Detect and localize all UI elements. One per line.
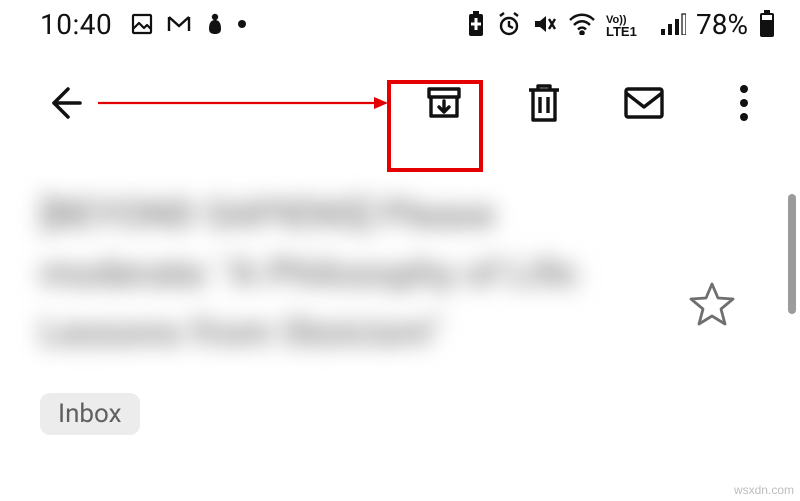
status-time: 10:40 — [40, 8, 112, 41]
person-icon — [204, 12, 226, 36]
more-button[interactable] — [716, 75, 772, 131]
scrollbar-thumb[interactable] — [788, 194, 796, 314]
mark-unread-button[interactable] — [616, 75, 672, 131]
battery-icon — [758, 10, 776, 38]
signal-icon — [660, 13, 686, 35]
email-subject-blurred: [BEYOND SAPIENS] Please moderate: "A Phi… — [40, 186, 600, 363]
trash-icon — [525, 82, 563, 124]
attribution-watermark: wsxdn.com — [734, 483, 794, 497]
wifi-icon — [568, 13, 596, 35]
volte-icon: Vo))LTE1 — [606, 11, 650, 37]
archive-button[interactable] — [416, 75, 472, 131]
svg-text:LTE1: LTE1 — [606, 24, 637, 37]
more-vertical-icon — [738, 83, 750, 123]
delete-button[interactable] — [516, 75, 572, 131]
battery-saver-icon — [466, 11, 486, 37]
email-toolbar — [0, 48, 800, 158]
inbox-label-chip[interactable]: Inbox — [40, 393, 140, 435]
battery-percentage: 78% — [696, 8, 748, 41]
back-button[interactable] — [36, 75, 92, 131]
mute-icon — [532, 11, 558, 37]
archive-icon — [424, 83, 464, 123]
status-bar: 10:40 Vo))LTE1 78% — [0, 0, 800, 48]
image-icon — [130, 12, 154, 36]
back-arrow-icon — [42, 81, 86, 125]
status-notification-icons — [130, 12, 246, 36]
star-outline-icon — [688, 280, 736, 328]
alarm-icon — [496, 11, 522, 37]
email-content: [BEYOND SAPIENS] Please moderate: "A Phi… — [0, 158, 800, 435]
status-bar-right: Vo))LTE1 78% — [466, 8, 776, 41]
more-notifications-dot — [238, 20, 246, 28]
gmail-icon — [166, 12, 192, 36]
toolbar-actions — [416, 75, 772, 131]
status-bar-left: 10:40 — [40, 8, 246, 41]
annotation-arrow — [98, 93, 388, 113]
envelope-icon — [622, 85, 666, 121]
star-button[interactable] — [688, 280, 736, 332]
